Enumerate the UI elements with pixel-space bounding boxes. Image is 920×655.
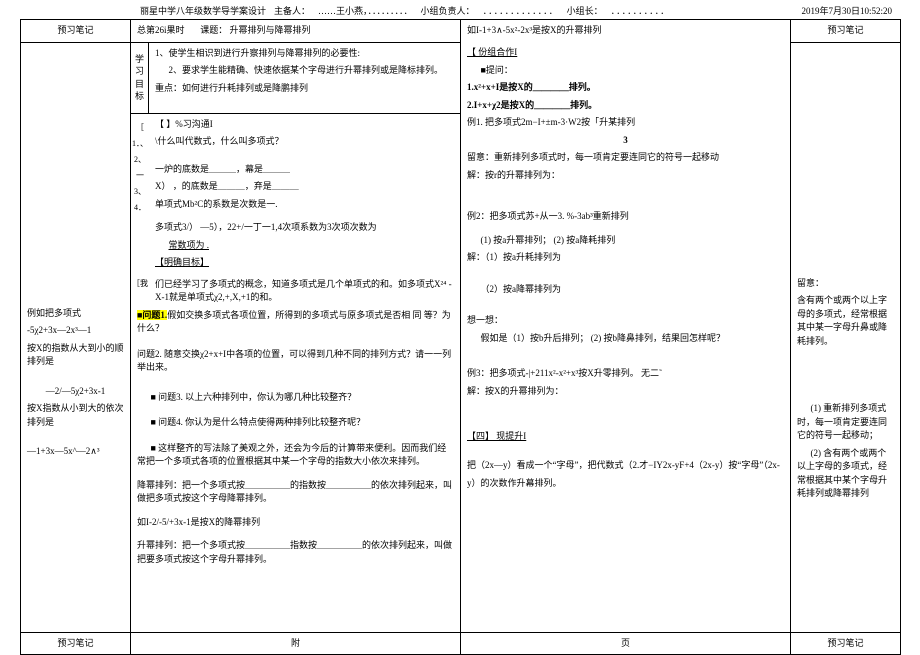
ln5: 按X指数从小到大的依次排列是 [27,402,124,429]
subject: 升幂排列与降幂排列 [230,25,311,35]
wenti1-label: ■问题1. [137,310,167,320]
rev-title: 【 】%习沟通I [155,118,454,132]
goal3: 重点：如何进行升耗排列或是降鹏排列 [155,82,454,96]
r-p6: 解：按r的升幂排列为： [467,169,784,183]
r-p7b: 解：（1）按a升耗排列为 [467,251,784,265]
subject-label: 课题： [200,25,227,35]
right-notes-cell: 留意： 含有两个或两个以上字母的多项式，经常根据其中某一字母升鼻或降耗排列。 (… [791,42,901,632]
vnums: ［ 1．、 2、 一 3、 4． [131,114,149,278]
rn3: (1) 重新排列多项式时，每一项肯定要连同它的符号一起移动； [797,402,894,443]
r-p3: 2.I+x+χ2是按X的＿＿＿＿排列。 [467,99,784,113]
main-table: 预习笔记 总第26i果时 课题： 升幂排列与降幂排列 如I-1+3∧-5x²-2… [20,19,901,655]
datetime: 2019年7月30日10:52:20 [801,4,892,17]
rev-q5: 多项式3/） —5），22+/一丁一1,4次项系数为3次项次数为 [155,221,454,235]
r-p4: 例1. 把多项式2m−I+±m-3·W2按「升某排列 [467,116,784,130]
r-p0: 如I-1+3∧-5x²-2x³是按X的升幂排列 [467,25,602,35]
ln6: —1+3x—5x^—2∧³ [27,445,124,459]
rev-q4: 单项式Mb²C的系数是次数是一. [155,198,454,212]
wenti1: 假如交换多项式各项位置，所得到的多项式与原多项式是否相 同 等？为什么？ [137,310,451,334]
link3: 【 份组合作I [467,47,517,57]
team-leader-label: 小组长： [567,4,603,17]
host-val: ……王小燕，．．．．．．．．． [318,4,413,17]
main-right-cell: 【 份组合作I ■提问： 1.x²+x+I是按X的＿＿＿＿排列。 2.I+x+χ… [461,42,791,632]
wenti4: ■ 问题4. 你认为是什么特点使得两种排列比较整齐呢？ [137,416,454,430]
r-p1: ■提问： [467,64,784,78]
rev-q1: \什么叫代数式，什么叫多项式？ [155,135,454,149]
r-p10: 把（2x—y）看成一个“字母”，把代数式（2.才−IY2x-yF+4（2x-y）… [467,456,784,492]
r-p7c: （2）按a降幂排列为 [467,283,784,297]
rev-q3: X） ，的底数是＿＿＿，弃是＿＿＿ [155,180,454,194]
main-left-cell: 学习目标 1、使学生相识到进行升察排列与降幂排列的必要性: 2、要求学生能精确、… [131,42,461,632]
r-p2: 1.x²+x+I是按X的＿＿＿＿排列。 [467,81,784,95]
foot-r: 预习笔记 [791,632,901,655]
wenti2: 问题2. 随意交换χ2+x+I中各项的位置，可以得到几种不同的排列方式？请一一列… [137,348,454,375]
r-p8a: 假如是（1）按b升后排列； (2) 按b降鼻排列，结果回怎样呢？ [467,332,784,346]
grp-leader-label: 小组负责人： [421,4,475,17]
r-p5: 留意：重新排列多项式时，每一项肯定要连同它的符号一起移动 [467,151,784,165]
foot-l: 预习笔记 [21,632,131,655]
period: 总第26i果时 [137,25,185,35]
host-label: 主备人： [274,4,310,17]
wenti3: ■ 问题3. 以上六种排列中，你认为哪几种比较整齐？ [137,391,454,405]
foot-m2: 页 [461,632,791,655]
team-leader-val: ．．．．．．．．．． [611,4,671,17]
r-p9: 例3：把多项式-|+211x²-x²+x³按X升零排列。 无二˜ [467,367,784,381]
r-p7a: (1) 按a升幂排列； (2) 按a降耗排列 [467,234,784,248]
jiangmi: 降幂排列：把一个多项式按＿＿＿＿＿的指数按＿＿＿＿＿的依次排列起来，叫做把多项式… [137,479,454,506]
ln3: 按X的指数从大到小的顺排列是 [27,342,124,369]
r-p8: 想一想： [467,314,784,328]
ln2: -5χ2+3x—2x³—1 [27,324,124,338]
ln4: —2/—5χ2+3x-1 [27,385,124,399]
col-main-left: 总第26i果时 课题： 升幂排列与降幂排列 [131,20,461,43]
rn4: (2) 含有两个或两个以上字母的多项式，经常根据其中某个字母升耗排列或降幂排列 [797,447,894,501]
ln1: 例如把多项式 [27,307,124,321]
rev-q2: 一炉的底数是＿＿＿，幕是＿＿＿ [155,163,454,177]
left-notes-cell: 例如把多项式 -5χ2+3x—2x³—1 按X的指数从大到小的顺排列是 —2/—… [21,42,131,632]
school-course: 丽星中学八年级数学导学案设计 [140,4,266,17]
goal2: 2、要求学生能精确、快速依据某个字母进行升幂排列或是降标排列。 [155,64,454,78]
vlabel-goals: 学习目标 [131,43,149,114]
col-head-left: 预习笔记 [21,20,131,43]
r-p9a: 解：按X的升幂排列为： [467,385,784,399]
ex1: 如I-2/-5/+3x-1是按X的降幂排列 [137,516,454,530]
rn1: 留意： [797,277,894,291]
link4: 【四】 现提升I [467,431,526,441]
rev-q6: 常数项为 . [169,240,210,250]
col-main-right-top: 如I-1+3∧-5x²-2x³是按X的升幂排列 [461,20,791,43]
rn2: 含有两个或两个以上字母的多项式，经常根据其中某一字母升鼻或降耗排列。 [797,294,894,348]
shengmi: 升幂排列：把一个多项式按＿＿＿＿＿指数按＿＿＿＿＿的依次排列起来，叫做把要多项式… [137,539,454,566]
goal1: 1、使学生相识到进行升察排列与降幂排列的必要性: [155,47,454,61]
r-p7: 例2：把多项式苏+从一3. %-3ab³重新排列 [467,210,784,224]
link-target: 【明确目标】 [155,257,209,267]
r-p4b: 3 [467,134,784,148]
rev-para1: 们已经学习了多项式的概念，知道多项式是几个单项式的和。如多项式X²⁴ -X-1就… [155,278,454,305]
wenti5: ■ 这样整齐的写法除了美观之外，还会为今后的计算带来便利。因而我们经常把一个多项… [137,442,454,469]
grp-leader-val: ．．．．．．．．．．．．． [483,4,559,17]
foot-m: 附 [131,632,461,655]
col-head-right: 预习笔记 [791,20,901,43]
